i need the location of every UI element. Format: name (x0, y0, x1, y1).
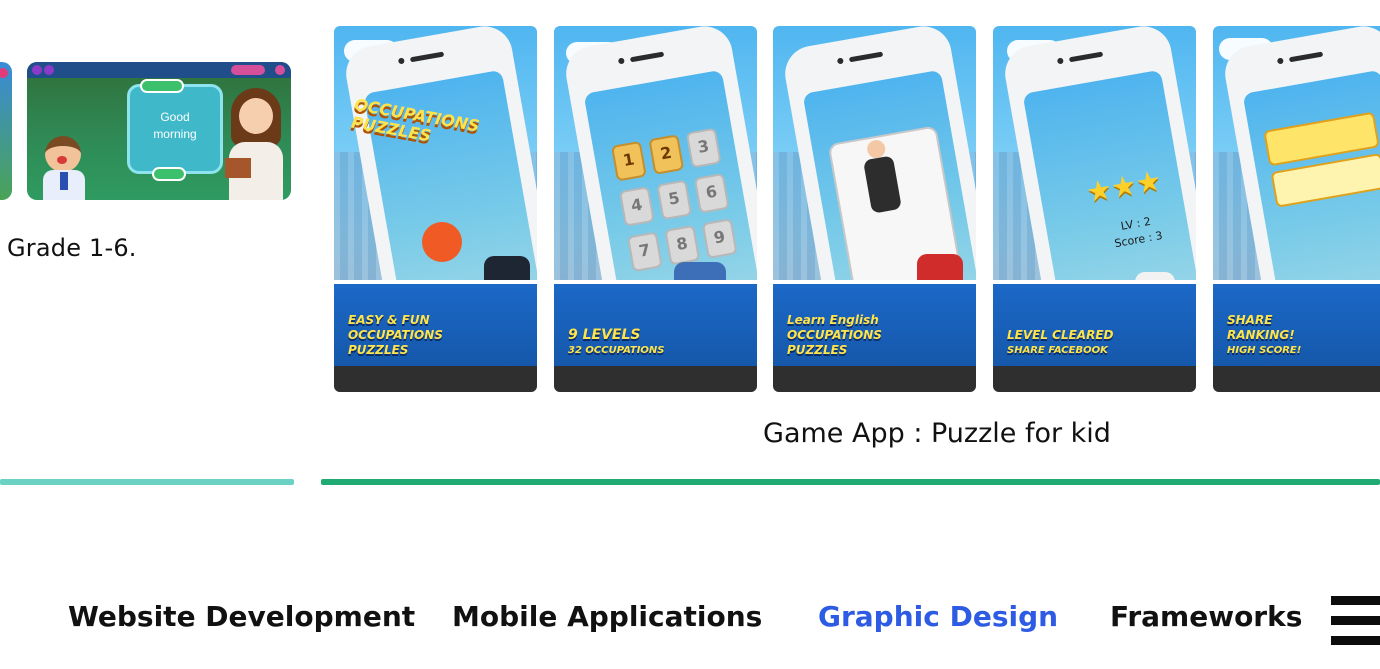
gallery-caption: Game App : Puzzle for kid (763, 418, 1111, 449)
score-pill-icon (231, 65, 265, 75)
level-tile: 4 (618, 186, 655, 227)
level-stats: LV : 2 Score : 3 (1100, 210, 1174, 254)
close-dot-icon (0, 68, 8, 78)
home-icon (32, 65, 42, 75)
hamburger-menu-icon[interactable] (1331, 594, 1380, 646)
screenshot-level-select[interactable]: 1 2 3 4 5 6 7 8 9 9 LEVELS 32 OCCUPATION… (554, 26, 757, 392)
caption-line: SHARE FACEBOOK (1007, 345, 1108, 356)
level-tile: 8 (664, 224, 701, 266)
caption-line: EASY & FUN (348, 313, 430, 327)
nav-item-frameworks[interactable]: Frameworks (1110, 600, 1302, 633)
screenshot-level-cleared[interactable]: ★★★ LV : 2 Score : 3 LEVEL CLEARED SHARE… (993, 26, 1196, 392)
thumbnail-topbar (27, 62, 291, 78)
thumbnail-partial[interactable] (0, 62, 12, 200)
level-tile: 5 (656, 179, 693, 221)
teacher-character-illustration (223, 88, 287, 200)
level-tile: 1 (610, 140, 647, 182)
screen-caption-2: 9 LEVELS 32 OCCUPATIONS (568, 328, 718, 358)
screen-caption-1: EASY & FUN OCCUPATIONS PUZZLES (348, 313, 498, 358)
nav-item-mobile-applications[interactable]: Mobile Applications (452, 600, 762, 633)
caption-line: OCCUPATIONS (787, 328, 882, 342)
level-tile: 2 (648, 134, 685, 175)
play-button-icon (422, 222, 462, 262)
screen-caption-5: SHARE RANKING! HIGH SCORE! (1227, 313, 1377, 358)
caption-line: 9 LEVELS (568, 327, 641, 343)
screen-caption-4: LEVEL CLEARED SHARE FACEBOOK (1007, 328, 1157, 358)
divider-right (321, 479, 1380, 485)
caption-line: RANKING! (1227, 328, 1295, 342)
screenshot-ranking[interactable]: SHARE RANKING! HIGH SCORE! (1213, 26, 1380, 392)
caption-line: PUZZLES (787, 343, 848, 357)
thumbnail-greeting-app[interactable]: Good morning (27, 62, 291, 200)
caption-line: OCCUPATIONS (348, 328, 443, 342)
screen-caption-3: Learn English OCCUPATIONS PUZZLES (787, 313, 937, 358)
caption-line: Learn English (787, 313, 879, 327)
level-tile: 9 (701, 218, 738, 259)
previous-gallery: Good morning Grade 1-6. (0, 0, 300, 669)
app-screenshot-gallery: OCCUPATIONS PUZZLES EASY & FUN OCCUPATIO… (334, 26, 1380, 392)
boy-character-illustration (37, 136, 91, 200)
gallery-caption-wrap: Game App : Puzzle for kid (0, 418, 1380, 449)
level-tile: 7 (626, 231, 663, 273)
speech-card-text: Good morning (130, 109, 220, 143)
thumbnail-caption: Grade 1-6. (7, 234, 137, 262)
category-nav: Website Development Mobile Applications … (0, 588, 1380, 658)
caption-line: PUZZLES (348, 343, 409, 357)
sound-icon (44, 65, 54, 75)
caption-line: SHARE (1227, 313, 1273, 327)
speech-line-2: morning (153, 127, 197, 141)
three-stars-icon: ★★★ (1083, 163, 1164, 210)
speech-line-1: Good (160, 110, 190, 124)
speech-card-tab (140, 79, 184, 93)
divider-left (0, 479, 294, 485)
screenshot-title-screen[interactable]: OCCUPATIONS PUZZLES EASY & FUN OCCUPATIO… (334, 26, 537, 392)
caption-line: 32 OCCUPATIONS (568, 345, 665, 356)
level-tile: 3 (685, 127, 722, 169)
nav-item-graphic-design[interactable]: Graphic Design (818, 600, 1058, 633)
caption-line: HIGH SCORE! (1227, 345, 1302, 356)
caption-line: LEVEL CLEARED (1007, 328, 1114, 342)
nav-item-website-development[interactable]: Website Development (68, 600, 415, 633)
level-tile: 6 (693, 172, 730, 214)
speech-card: Good morning (127, 79, 223, 181)
screenshot-questions[interactable]: Learn English OCCUPATIONS PUZZLES (773, 26, 976, 392)
next-button-icon (152, 167, 186, 181)
settings-icon (275, 65, 285, 75)
